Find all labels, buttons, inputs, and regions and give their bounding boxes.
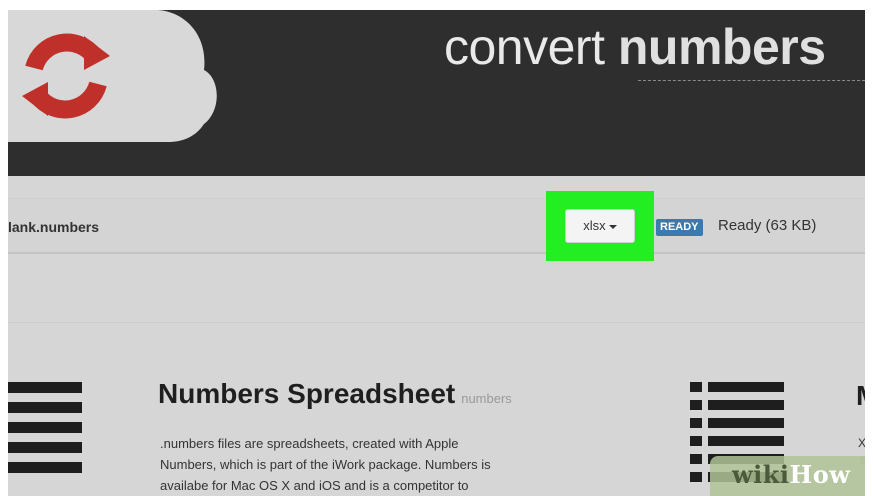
site-header: convert numbers	[8, 10, 865, 176]
cloud-logo-icon[interactable]	[8, 10, 218, 142]
app-frame: convert numbers lank.numbers xlsx READY …	[8, 10, 865, 496]
format-info-title: Numbers Spreadsheet numbers	[158, 378, 512, 409]
format-label: xlsx	[583, 218, 606, 233]
format-extension: numbers	[461, 391, 512, 406]
description-line: .numbers files are spreadsheets, created…	[160, 436, 459, 451]
document-lines-icon	[8, 382, 82, 478]
file-name: lank.numbers	[8, 219, 100, 235]
status-text: Ready (63 KB)	[718, 217, 817, 234]
caret-down-icon	[608, 224, 617, 229]
site-title: convert numbers	[444, 19, 826, 75]
right-format-title: M	[856, 380, 865, 412]
description-line: availabe for Mac OS X and iOS and is a c…	[160, 478, 469, 493]
format-dropdown-button[interactable]: xlsx	[565, 209, 635, 243]
title-underline	[638, 80, 865, 81]
right-format-description: XL	[858, 436, 865, 450]
divider	[8, 322, 865, 323]
wikihow-watermark: wikiHow	[710, 456, 865, 496]
format-description: .numbers files are spreadsheets, created…	[160, 433, 580, 496]
description-line: Numbers, which is part of the iWork pack…	[160, 457, 491, 472]
status-badge: READY	[656, 219, 703, 236]
